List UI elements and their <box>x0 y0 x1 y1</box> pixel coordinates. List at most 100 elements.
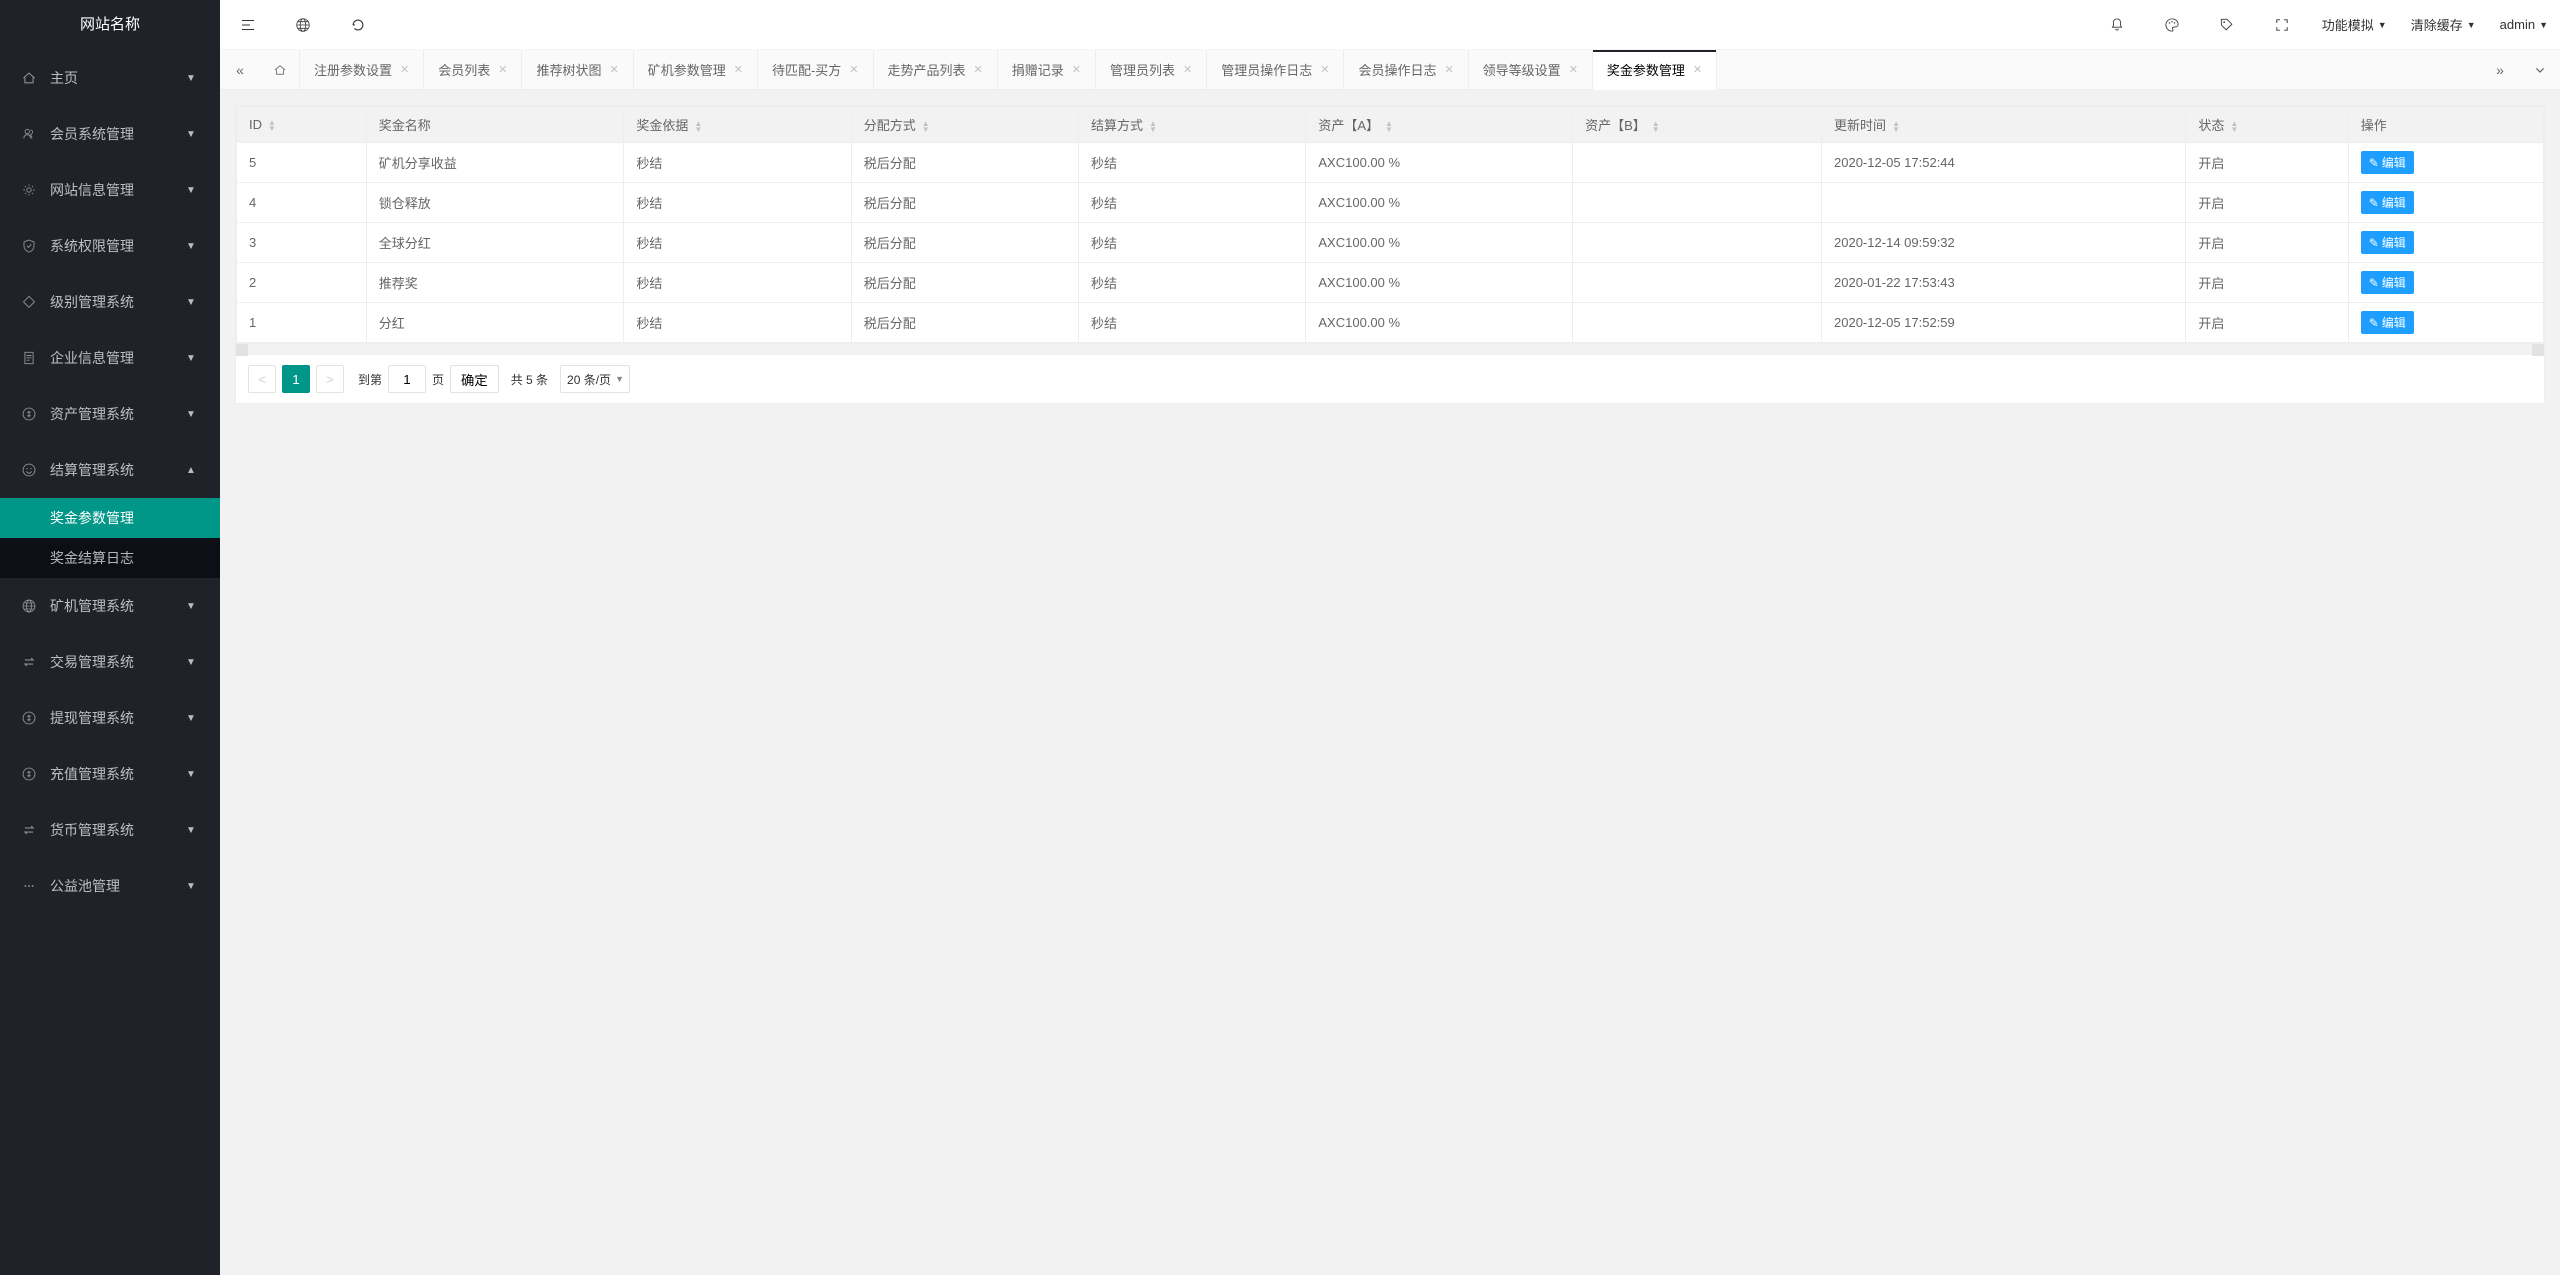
goto-confirm-button[interactable]: 确定 <box>450 365 499 393</box>
sort-icon[interactable]: ▲▼ <box>1149 121 1157 133</box>
sort-icon[interactable]: ▲▼ <box>2230 121 2238 133</box>
close-icon[interactable]: ✕ <box>1072 63 1081 76</box>
sort-icon[interactable]: ▲▼ <box>1652 121 1660 133</box>
page-size-label: 20 条/页 <box>567 371 611 388</box>
close-icon[interactable]: ✕ <box>734 63 743 76</box>
sidebar-item[interactable]: 级别管理系统▼ <box>0 274 220 330</box>
chevron-down-icon: ▼ <box>186 185 200 196</box>
tab[interactable]: 奖金参数管理✕ <box>1593 50 1717 90</box>
close-icon[interactable]: ✕ <box>1444 63 1453 76</box>
sidebar-item[interactable]: 结算管理系统▲ <box>0 442 220 498</box>
tab[interactable]: 管理员列表 ✕ <box>1096 50 1207 90</box>
sidebar-item[interactable]: 矿机管理系统▼ <box>0 578 220 634</box>
close-icon[interactable]: ✕ <box>849 63 858 76</box>
column-header[interactable]: 奖金名称 <box>366 107 624 143</box>
tab[interactable]: 领导等级设置✕ <box>1469 50 1593 90</box>
table-cell: 开启 <box>2186 303 2348 343</box>
column-header[interactable]: 分配方式▲▼ <box>851 107 1078 143</box>
column-header[interactable]: 资产【B】▲▼ <box>1573 107 1822 143</box>
tab-label: 管理员列表 <box>1110 60 1175 79</box>
note-button[interactable] <box>2200 0 2255 50</box>
sidebar-item[interactable]: 提现管理系统▼ <box>0 690 220 746</box>
tab[interactable]: 待匹配-买方✕ <box>758 50 874 90</box>
function-sim-button[interactable]: 功能模拟 ▼ <box>2310 0 2399 50</box>
smile-icon <box>20 461 38 479</box>
tab[interactable]: 矿机参数管理✕ <box>634 50 758 90</box>
table-cell: 秒结 <box>624 263 851 303</box>
tabs-next-button[interactable]: » <box>2480 50 2520 90</box>
sidebar-item[interactable]: 充值管理系统▼ <box>0 746 220 802</box>
column-header[interactable]: 结算方式▲▼ <box>1079 107 1306 143</box>
column-header[interactable]: 资产【A】▲▼ <box>1306 107 1573 143</box>
page-prev-button[interactable]: < <box>248 365 276 393</box>
sidebar-subitem[interactable]: 奖金参数管理 <box>0 498 220 538</box>
sort-icon[interactable]: ▲▼ <box>1385 121 1393 133</box>
theme-button[interactable] <box>2145 0 2200 50</box>
sidebar-item-label: 交易管理系统 <box>50 652 186 672</box>
sidebar-item[interactable]: 系统权限管理▼ <box>0 218 220 274</box>
tab[interactable]: 注册参数设置✕ <box>300 50 424 90</box>
notification-button[interactable] <box>2090 0 2145 50</box>
tab-home[interactable] <box>260 50 300 90</box>
tabs-prev-button[interactable]: « <box>220 50 260 90</box>
column-header[interactable]: 奖金依据▲▼ <box>624 107 851 143</box>
refresh-button[interactable] <box>330 0 385 50</box>
sidebar-item[interactable]: 主页▼ <box>0 50 220 106</box>
tab[interactable]: 捐赠记录✕ <box>998 50 1096 90</box>
action-cell: ✎编辑 <box>2348 263 2543 303</box>
close-icon[interactable]: ✕ <box>1320 63 1329 76</box>
edit-button[interactable]: ✎编辑 <box>2361 311 2414 334</box>
edit-label: 编辑 <box>2382 314 2406 331</box>
sidebar-item[interactable]: 企业信息管理▼ <box>0 330 220 386</box>
close-icon[interactable]: ✕ <box>1183 63 1192 76</box>
sidebar-item[interactable]: 会员系统管理▼ <box>0 106 220 162</box>
tab[interactable]: 推荐树状图✕ <box>522 50 633 90</box>
close-icon[interactable]: ✕ <box>1569 63 1578 76</box>
fullscreen-button[interactable] <box>2255 0 2310 50</box>
sort-icon[interactable]: ▲▼ <box>694 121 702 133</box>
page-size-select[interactable]: 20 条/页 ▼ <box>560 365 630 393</box>
sort-icon[interactable]: ▲▼ <box>1892 121 1900 133</box>
goto-prefix: 到第 <box>358 371 382 388</box>
sort-icon[interactable]: ▲▼ <box>922 121 930 133</box>
sidebar-subitem[interactable]: 奖金结算日志 <box>0 538 220 578</box>
user-menu-button[interactable]: admin ▼ <box>2488 0 2560 50</box>
language-button[interactable] <box>275 0 330 50</box>
table-cell: 秒结 <box>1079 183 1306 223</box>
tabs-menu-button[interactable] <box>2520 50 2560 90</box>
goto-page-input[interactable] <box>388 365 426 393</box>
sort-icon[interactable]: ▲▼ <box>268 120 276 132</box>
home-icon <box>273 63 287 77</box>
close-icon[interactable]: ✕ <box>498 63 507 76</box>
sidebar-item[interactable]: 公益池管理▼ <box>0 858 220 914</box>
horizontal-scrollbar[interactable] <box>236 343 2544 355</box>
tab[interactable]: 走势产品列表✕ <box>874 50 998 90</box>
sidebar-item[interactable]: 网站信息管理▼ <box>0 162 220 218</box>
chevron-down-icon: ▼ <box>186 129 200 140</box>
close-icon[interactable]: ✕ <box>400 63 409 76</box>
edit-button[interactable]: ✎编辑 <box>2361 151 2414 174</box>
sidebar-item[interactable]: 交易管理系统▼ <box>0 634 220 690</box>
page-number-button[interactable]: 1 <box>282 365 310 393</box>
sidebar-item[interactable]: 货币管理系统▼ <box>0 802 220 858</box>
tab[interactable]: 管理员操作日志✕ <box>1207 50 1344 90</box>
tab[interactable]: 会员列表✕ <box>424 50 522 90</box>
close-icon[interactable]: ✕ <box>1693 63 1702 76</box>
sidebar-item[interactable]: 资产管理系统▼ <box>0 386 220 442</box>
edit-button[interactable]: ✎编辑 <box>2361 231 2414 254</box>
table-cell: 秒结 <box>624 183 851 223</box>
table-cell: 全球分红 <box>366 223 624 263</box>
edit-button[interactable]: ✎编辑 <box>2361 191 2414 214</box>
close-icon[interactable]: ✕ <box>974 63 983 76</box>
clear-cache-button[interactable]: 清除缓存 ▼ <box>2399 0 2488 50</box>
table-cell: 开启 <box>2186 183 2348 223</box>
tab[interactable]: 会员操作日志✕ <box>1344 50 1468 90</box>
column-header[interactable]: 更新时间▲▼ <box>1822 107 2186 143</box>
column-header[interactable]: ID▲▼ <box>237 107 367 143</box>
menu-toggle-button[interactable] <box>220 0 275 50</box>
column-header[interactable]: 状态▲▼ <box>2186 107 2348 143</box>
page-next-button[interactable]: > <box>316 365 344 393</box>
close-icon[interactable]: ✕ <box>609 63 618 76</box>
column-header[interactable]: 操作 <box>2348 107 2543 143</box>
edit-button[interactable]: ✎编辑 <box>2361 271 2414 294</box>
